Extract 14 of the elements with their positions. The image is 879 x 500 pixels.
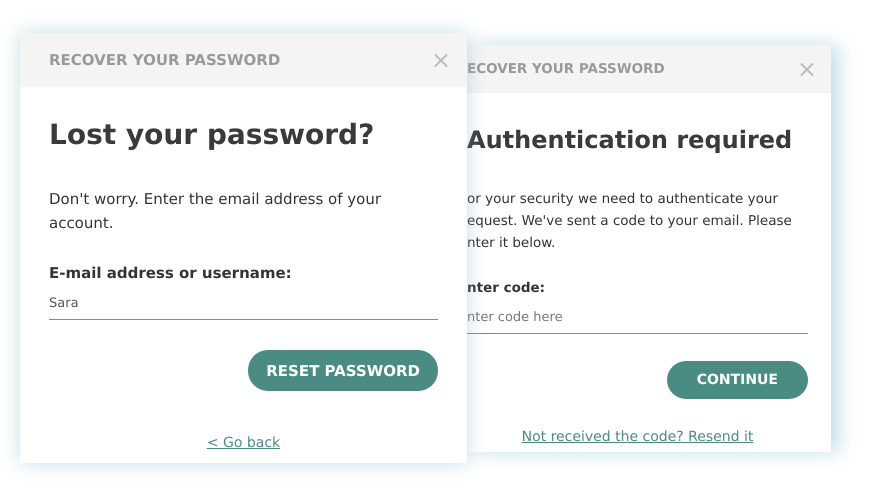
submit-button[interactable]: CONTINUE <box>666 361 808 400</box>
instruction-text: Don't worry. Enter the email address of your account. <box>49 189 382 234</box>
dialog-title: ECOVER YOUR PASSWORD <box>467 61 665 77</box>
field-label: E-mail address or username: <box>49 264 293 282</box>
instruction-text: or your security we need to authenticate your equest. We've sent a code to your email. Please nter it below. <box>467 190 793 254</box>
input-field[interactable]: Sara <box>49 292 438 320</box>
text-link[interactable]: < Go back <box>206 435 280 452</box>
input-field[interactable]: nter code here <box>467 306 808 334</box>
dialog-heading: Authentication required <box>467 125 794 156</box>
text-link[interactable]: Not received the code? Resend it <box>522 429 754 446</box>
dialog-heading: Lost your password? <box>49 117 376 153</box>
dialog-title: RECOVER YOUR PASSWORD <box>49 51 280 69</box>
submit-button[interactable]: RESET PASSWORD <box>248 350 438 392</box>
field-label: nter code: <box>467 280 546 296</box>
